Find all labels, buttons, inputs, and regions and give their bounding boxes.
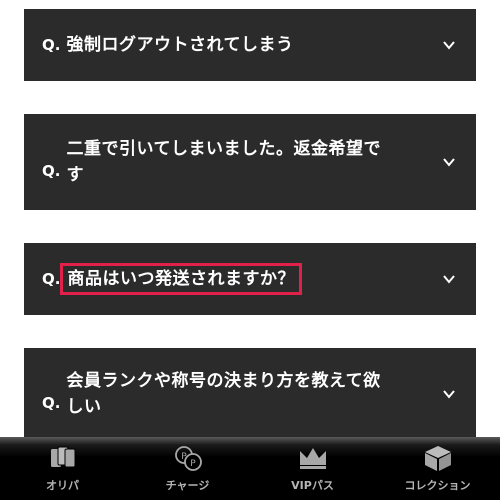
nav-tab-vip-pass[interactable]: VIPパス — [250, 437, 375, 500]
chevron-down-icon[interactable] — [442, 272, 456, 286]
question-prefix: Q. — [42, 270, 61, 288]
nav-tab-label: VIPパス — [291, 479, 334, 492]
chevron-down-icon[interactable] — [442, 38, 456, 52]
nav-tab-oripa[interactable]: オリパ — [0, 437, 125, 500]
cards-icon — [46, 443, 80, 473]
faq-page: Q. 強制ログアウトされてしまう Q. 二重で引いてしまいました。返金希望で す… — [0, 0, 500, 500]
faq-question-row: Q. 会員ランクや称号の決まり方を教えて欲 しい — [42, 348, 428, 440]
faq-question-text: 強制ログアウトされてしまう — [66, 35, 294, 55]
chevron-down-icon[interactable] — [442, 155, 456, 169]
faq-question-line: 二重で引いてしまいました。返金希望で — [66, 139, 381, 159]
faq-question-row: Q. 強制ログアウトされてしまう — [42, 9, 428, 81]
nav-tab-label: チャージ — [165, 479, 210, 492]
svg-text:P: P — [190, 459, 196, 469]
faq-question-line: しい — [66, 397, 102, 417]
faq-question-line: 会員ランクや称号の決まり方を教えて欲 — [66, 371, 381, 391]
faq-item-refund-request[interactable]: Q. 二重で引いてしまいました。返金希望で す — [24, 114, 476, 210]
chevron-down-icon[interactable] — [442, 387, 456, 401]
faq-question-line: す — [66, 165, 84, 185]
nav-tab-label: オリパ — [46, 479, 79, 492]
box-icon — [421, 443, 455, 473]
faq-question-text: 会員ランクや称号の決まり方を教えて欲 しい — [66, 368, 380, 420]
question-prefix: Q. — [42, 162, 61, 180]
crown-icon — [296, 443, 330, 473]
question-prefix: Q. — [42, 394, 61, 412]
faq-question-row: Q. 二重で引いてしまいました。返金希望で す — [42, 114, 428, 210]
faq-question-text: 二重で引いてしまいました。返金希望で す — [66, 136, 381, 188]
faq-item-forced-logout[interactable]: Q. 強制ログアウトされてしまう — [24, 9, 476, 81]
faq-item-member-rank[interactable]: Q. 会員ランクや称号の決まり方を教えて欲 しい — [24, 348, 476, 440]
faq-item-shipping-time[interactable]: Q. 商品はいつ発送されますか？ — [24, 243, 476, 315]
coins-icon: P P — [171, 443, 205, 473]
nav-tab-charge[interactable]: P P チャージ — [125, 437, 250, 500]
question-prefix: Q. — [42, 36, 61, 54]
faq-question-text-highlighted: 商品はいつ発送されますか？ — [60, 263, 302, 295]
nav-tab-collection[interactable]: コレクション — [375, 437, 500, 500]
bottom-nav-bar: オリパ P P チャージ VIPパス コレクション — [0, 437, 500, 500]
nav-tab-label: コレクション — [404, 479, 471, 492]
faq-question-row: Q. 商品はいつ発送されますか？ — [42, 243, 428, 315]
